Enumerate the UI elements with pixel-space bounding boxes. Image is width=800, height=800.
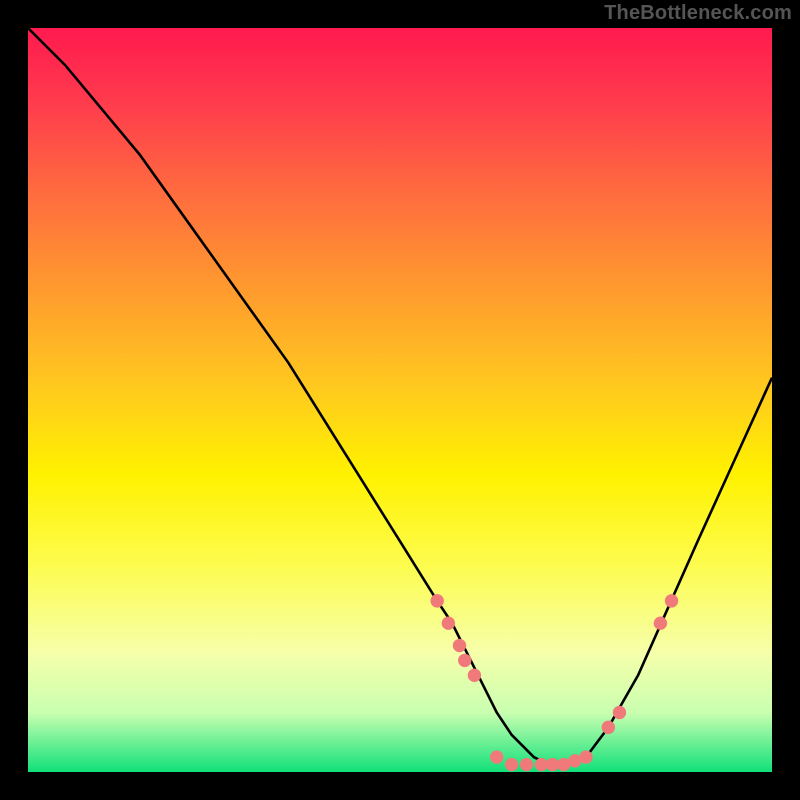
marker-dots [431, 594, 679, 771]
marker-dot [613, 706, 626, 719]
chart-container: TheBottleneck.com [0, 0, 800, 800]
marker-dot [665, 594, 678, 607]
marker-dot [602, 721, 615, 734]
marker-dot [468, 669, 481, 682]
bottleneck-curve [28, 28, 772, 765]
marker-dot [490, 750, 503, 763]
marker-dot [654, 617, 667, 630]
attribution-label: TheBottleneck.com [604, 2, 792, 25]
marker-dot [431, 594, 444, 607]
marker-dot [453, 639, 466, 652]
curve-svg [28, 28, 772, 772]
marker-dot [520, 758, 533, 771]
marker-dot [442, 617, 455, 630]
plot-area [28, 28, 772, 772]
marker-dot [579, 750, 592, 763]
marker-dot [458, 654, 471, 667]
marker-dot [505, 758, 518, 771]
